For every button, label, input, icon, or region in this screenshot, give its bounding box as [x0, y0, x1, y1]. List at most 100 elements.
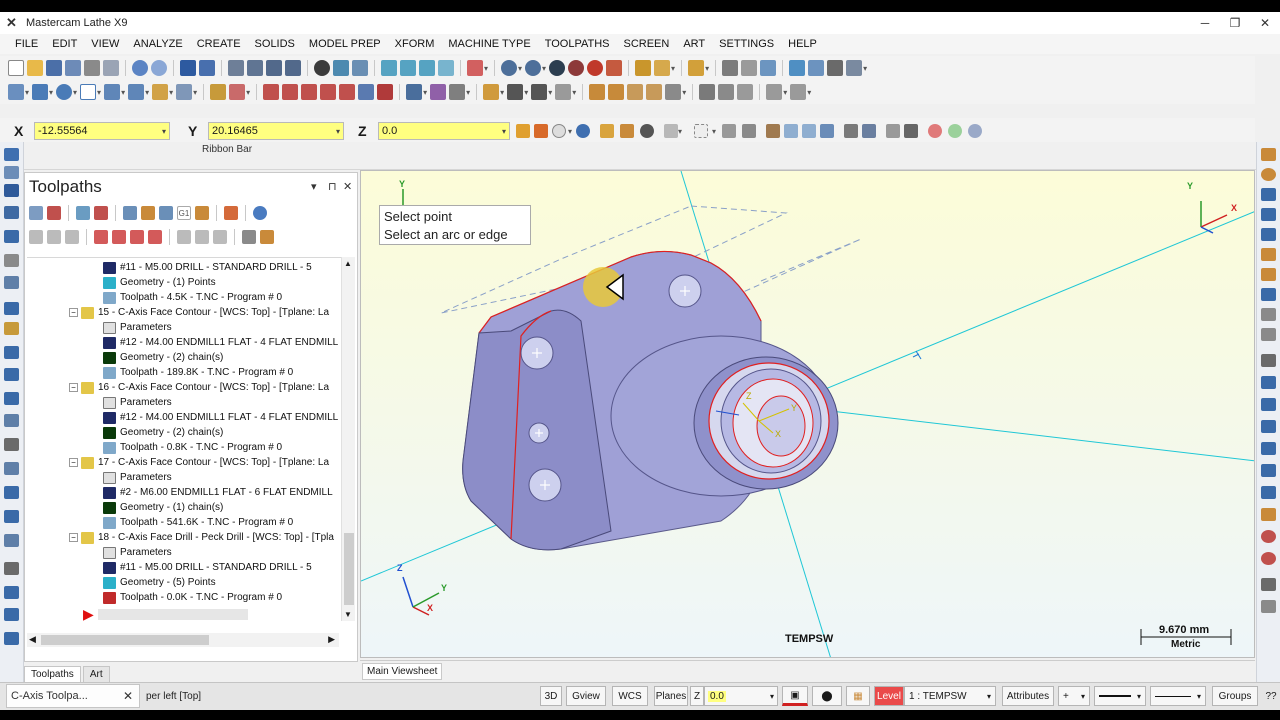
end-selection-icon[interactable]	[928, 124, 943, 138]
tree-item[interactable]: #2 - M6.00 ENDMILL1 FLAT - 6 FLAT ENDMIL…	[103, 485, 333, 500]
face-select-icon[interactable]	[766, 124, 781, 138]
move-up-icon[interactable]	[112, 230, 126, 244]
menu-model-prep[interactable]: MODEL PREP	[302, 38, 388, 50]
transform-toolpath-icon[interactable]	[4, 562, 19, 575]
close-button[interactable]: ✕	[1250, 12, 1280, 34]
redo-icon[interactable]	[151, 60, 167, 76]
lathe-groove-icon[interactable]	[4, 254, 19, 267]
display-toggle-icon[interactable]	[213, 230, 227, 244]
tree-item[interactable]: Parameters	[103, 395, 172, 410]
hatch-icon[interactable]	[430, 84, 447, 100]
tree-item[interactable]: Geometry - (2) chain(s)	[103, 425, 223, 440]
misc-icon[interactable]	[1261, 578, 1276, 591]
print-preview-icon[interactable]	[103, 60, 119, 76]
verify-icon[interactable]	[640, 124, 655, 138]
save-as-icon[interactable]	[65, 60, 81, 76]
c-axis-icon[interactable]	[4, 414, 19, 427]
menu-settings[interactable]: SETTINGS	[712, 38, 781, 50]
chuck-icon[interactable]	[4, 346, 19, 359]
cube-views-icon[interactable]	[467, 60, 483, 76]
tree-item[interactable]: Parameters	[103, 470, 172, 485]
operation-row[interactable]: − 16 - C-Axis Face Contour - [WCS: Top] -…	[69, 380, 329, 395]
arc-icon[interactable]	[104, 84, 121, 100]
tree-item[interactable]: #11 - M5.00 DRILL - STANDARD DRILL - 5	[103, 560, 312, 575]
view-right-icon[interactable]	[419, 60, 435, 76]
highfeed-icon[interactable]	[224, 206, 238, 220]
select-dirty-ops-icon[interactable]	[47, 206, 61, 220]
fit-icon[interactable]	[180, 60, 196, 76]
wireframe-sphere-icon[interactable]	[501, 60, 518, 76]
save-icon[interactable]	[46, 60, 62, 76]
filter-icon[interactable]	[886, 124, 901, 138]
verify-left-icon[interactable]	[4, 608, 19, 621]
graphics-viewport[interactable]: Z Y X Select point Select an arc or edge…	[360, 170, 1255, 658]
btn-gview[interactable]: Gview	[566, 686, 606, 706]
x-coordinate-input[interactable]: -12.55564 ▾	[34, 122, 170, 140]
zoom-window-icon[interactable]	[228, 60, 244, 76]
lock-icon[interactable]	[29, 230, 43, 244]
selection-grid-icon[interactable]	[664, 124, 679, 138]
mirror-icon[interactable]	[301, 84, 318, 100]
line-endpoints-icon[interactable]	[635, 60, 652, 76]
solid-fillet-icon[interactable]	[766, 84, 783, 100]
fillet-icon[interactable]	[152, 84, 169, 100]
translate-icon[interactable]	[263, 84, 280, 100]
solid-extrude-icon[interactable]	[699, 84, 716, 100]
solid-chamfer-icon[interactable]	[790, 84, 807, 100]
z-depth-input[interactable]: 0.0 ▾	[704, 686, 778, 706]
line-style-select[interactable]: ▾	[1094, 686, 1146, 706]
tree-item[interactable]: Geometry - (5) Points	[103, 575, 216, 590]
help-icon[interactable]	[576, 124, 591, 138]
scroll-to-insert-icon[interactable]	[148, 230, 162, 244]
insert-arrow-icon[interactable]	[130, 230, 144, 244]
pencil-icon[interactable]	[1261, 308, 1276, 321]
tab-art[interactable]: Art	[82, 666, 110, 682]
menu-solids[interactable]: SOLIDS	[248, 38, 302, 50]
regenerate-selected-icon[interactable]	[76, 206, 90, 220]
tree-item[interactable]: Parameters	[103, 545, 172, 560]
surface-revolve-icon[interactable]	[627, 84, 644, 100]
select-all-ops-icon[interactable]	[29, 206, 43, 220]
toggle-post-icon[interactable]	[65, 230, 79, 244]
point-type-select[interactable]: + ▾	[1058, 686, 1090, 706]
regenerate-dirty-icon[interactable]	[94, 206, 108, 220]
rotate-xform-icon[interactable]	[282, 84, 299, 100]
tailstock-icon[interactable]	[4, 368, 19, 381]
post-selected-icon[interactable]	[195, 206, 209, 220]
horizontal-dim-icon[interactable]	[507, 84, 524, 100]
tree-vertical-scrollbar[interactable]: ▲ ▼	[341, 257, 355, 621]
g1-post-icon[interactable]: G1	[177, 206, 191, 220]
panel-menu-chevron-icon[interactable]: ▾	[311, 180, 317, 193]
settings-icon[interactable]	[789, 60, 806, 76]
pattern-icon[interactable]	[555, 84, 572, 100]
ruler-icon[interactable]	[1261, 328, 1276, 341]
toolpath-manager-icon[interactable]	[1261, 354, 1276, 367]
view-iso-icon[interactable]	[438, 60, 454, 76]
line-style-icon[interactable]: ▦	[846, 686, 870, 706]
lathe-drill-icon[interactable]	[4, 206, 19, 219]
add-icon[interactable]	[1261, 288, 1276, 301]
menu-view[interactable]: VIEW	[84, 38, 126, 50]
tab-toolpaths[interactable]: Toolpaths	[24, 666, 81, 682]
drafting-icon[interactable]	[406, 84, 423, 100]
lathe-thread-icon[interactable]	[4, 276, 19, 289]
lathe-finish-icon[interactable]	[4, 184, 19, 197]
help-query-icon[interactable]	[722, 60, 739, 76]
undo-icon[interactable]	[132, 60, 148, 76]
circle-icon[interactable]	[56, 84, 73, 100]
dynamic-rotate-icon[interactable]	[333, 60, 349, 76]
tree-item[interactable]: #11 - M5.00 DRILL - STANDARD DRILL - 5	[103, 260, 312, 275]
pointer-icon[interactable]	[722, 124, 737, 138]
operation-row[interactable]: − 18 - C-Axis Face Drill - Peck Drill - […	[69, 530, 334, 545]
btn-3d[interactable]: 3D	[540, 686, 562, 706]
more-icon[interactable]	[1261, 600, 1276, 613]
stock-model-icon[interactable]	[1261, 508, 1276, 521]
wire-icon[interactable]	[1261, 248, 1276, 261]
btn-wcs[interactable]: WCS	[612, 686, 648, 706]
color-icon[interactable]	[1261, 168, 1276, 181]
tab-main-viewsheet[interactable]: Main Viewsheet	[362, 663, 443, 680]
print-icon[interactable]	[84, 60, 100, 76]
surface-icon[interactable]	[589, 84, 606, 100]
z-coordinate-input[interactable]: 0.0 ▾	[378, 122, 510, 140]
chain-icon[interactable]	[760, 60, 777, 76]
